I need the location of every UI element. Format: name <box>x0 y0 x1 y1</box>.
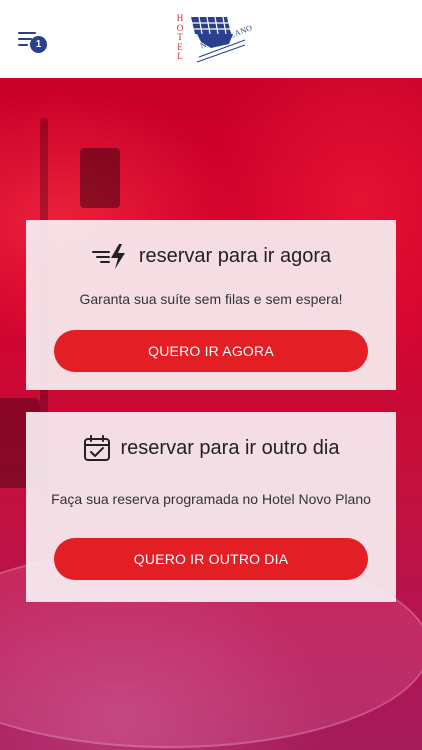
card-header: reservar para ir agora <box>26 242 396 275</box>
go-now-button[interactable]: QUERO IR AGORA <box>54 330 368 372</box>
menu-icon-bar <box>18 44 28 46</box>
menu-button[interactable]: 1 <box>18 30 48 53</box>
reserve-now-card: reservar para ir agora Garanta sua suíte… <box>26 220 396 390</box>
menu-icon-bar <box>18 32 36 34</box>
card-title: reservar para ir agora <box>138 244 332 267</box>
card-title: reservar para ir outro dia <box>120 436 340 459</box>
hotel-logo: HOTEL NOVO PLANO <box>175 12 254 64</box>
card-description: Garanta sua suíte sem filas e sem espera… <box>79 291 343 307</box>
fast-bolt-icon <box>91 244 125 269</box>
wall-decor-shape <box>80 148 120 208</box>
menu-icon-bar <box>18 38 32 40</box>
reserve-other-day-card: reservar para ir outro dia Faça sua rese… <box>26 412 396 602</box>
app-header: 1 HOTEL NOVO PLANO <box>0 0 422 78</box>
card-description: Faça sua reserva programada no Hotel Nov… <box>51 491 371 507</box>
notification-badge: 1 <box>30 36 47 53</box>
go-other-day-button[interactable]: QUERO IR OUTRO DIA <box>54 538 368 580</box>
calendar-check-icon <box>83 435 110 461</box>
card-header: reservar para ir outro dia <box>26 434 396 467</box>
hero-background: reservar para ir agora Garanta sua suíte… <box>0 78 422 750</box>
